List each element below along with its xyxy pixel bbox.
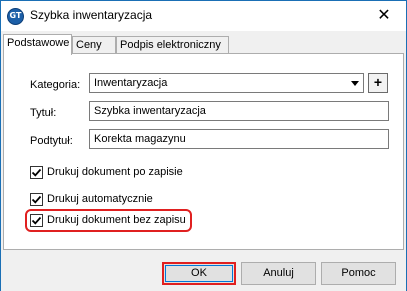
tytul-input[interactable]: Szybka inwentaryzacja	[89, 101, 389, 121]
tytul-label: Tytuł:	[30, 107, 57, 119]
checkbox-print-automatically-box[interactable]	[30, 193, 43, 206]
close-icon[interactable]: ✕	[364, 1, 404, 30]
tab-ceny[interactable]: Ceny	[72, 36, 116, 54]
checkmark-icon	[31, 195, 42, 204]
podtytul-label: Podtytuł:	[30, 135, 73, 147]
kategoria-select[interactable]: Inwentaryzacja	[89, 73, 364, 93]
kategoria-label: Kategoria:	[30, 79, 81, 91]
dialog-window: GT Szybka inwentaryzacja ✕ Podstawowe Ce…	[0, 0, 407, 291]
help-button[interactable]: Pomoc	[321, 262, 396, 285]
podtytul-input[interactable]: Korekta magazynu	[89, 129, 389, 149]
checkbox-print-without-save-label: Drukuj dokument bez zapisu	[47, 214, 186, 226]
checkmark-icon	[31, 168, 42, 177]
app-logo-text: GT	[9, 11, 22, 20]
checkbox-print-without-save-box[interactable]	[30, 214, 43, 227]
title-bar: GT Szybka inwentaryzacja ✕	[1, 1, 406, 31]
checkbox-print-after-save-box[interactable]	[30, 166, 43, 179]
cancel-button[interactable]: Anuluj	[241, 262, 316, 285]
ok-button[interactable]: OK	[162, 262, 236, 285]
app-logo-icon: GT	[7, 8, 24, 25]
checkbox-print-automatically-label: Drukuj automatycznie	[47, 193, 153, 205]
checkbox-print-without-save[interactable]: Drukuj dokument bez zapisu	[30, 213, 190, 229]
chevron-down-icon[interactable]	[351, 81, 359, 86]
window-title: Szybka inwentaryzacja	[30, 8, 153, 22]
add-category-button[interactable]: +	[368, 73, 388, 93]
kategoria-value: Inwentaryzacja	[94, 77, 168, 89]
checkbox-print-automatically[interactable]: Drukuj automatycznie	[30, 192, 230, 208]
checkbox-print-after-save-label: Drukuj dokument po zapisie	[47, 166, 183, 178]
tab-podpis-elektroniczny[interactable]: Podpis elektroniczny	[116, 36, 229, 54]
checkbox-print-after-save[interactable]: Drukuj dokument po zapisie	[30, 165, 230, 181]
checkmark-icon	[31, 216, 42, 225]
tab-podstawowe[interactable]: Podstawowe	[3, 34, 72, 55]
ok-button-label: OK	[191, 267, 207, 279]
